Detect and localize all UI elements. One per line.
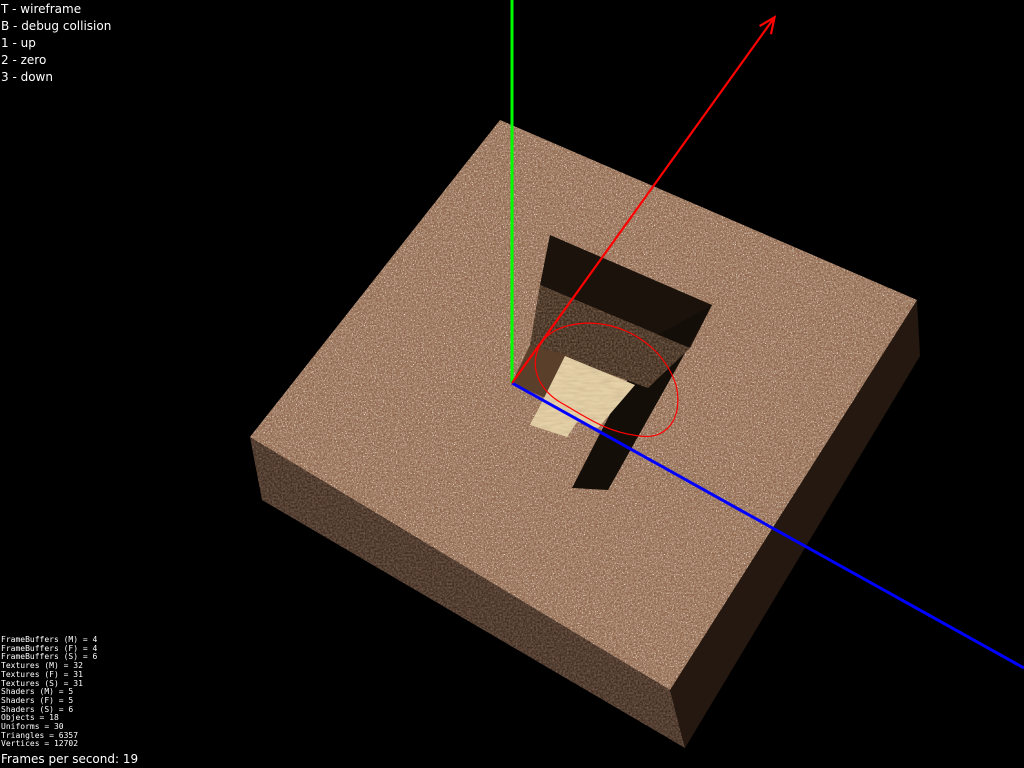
3d-viewport[interactable] — [0, 0, 1024, 768]
key-help-overlay: T - wireframe B - debug collision 1 - up… — [1, 1, 111, 86]
help-line-wireframe: T - wireframe — [1, 2, 82, 16]
help-line-up: 1 - up — [1, 36, 36, 50]
help-line-zero: 2 - zero — [1, 53, 47, 67]
help-line-debug-collision: B - debug collision — [1, 19, 112, 33]
help-line-down: 3 - down — [1, 70, 53, 84]
render-stats-overlay: FrameBuffers (M) = 4 FrameBuffers (F) = … — [1, 635, 97, 749]
stat-vertices: Vertices = 12702 — [1, 739, 79, 749]
ground-block — [250, 120, 920, 748]
fps-counter: Frames per second: 19 — [1, 752, 139, 766]
